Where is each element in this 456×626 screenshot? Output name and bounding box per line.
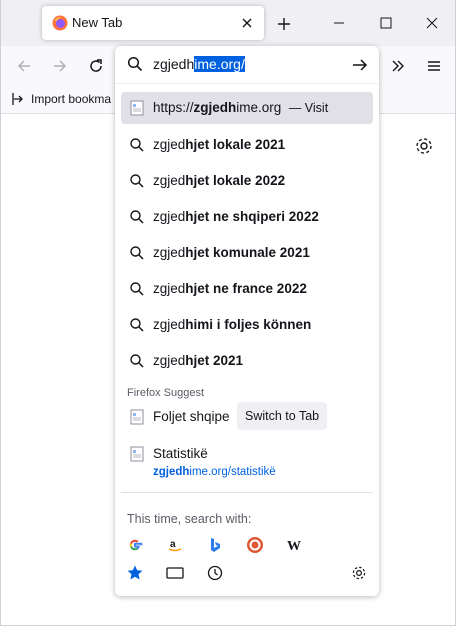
maximize-button[interactable] [371, 8, 401, 38]
history-url-bold: zgjedh [153, 466, 190, 478]
search-icon [130, 138, 144, 152]
suggestion-typed: zgjed [153, 281, 186, 296]
import-icon [12, 93, 23, 105]
tab-strip: New Tab [0, 0, 456, 46]
forward-arrow-icon[interactable] [48, 54, 72, 78]
urlbar-typed-text: zgjedh [153, 56, 195, 72]
history-result-url: zgjedhime.org/statistikë [153, 466, 276, 478]
suggestion-completion: hjet 2021 [185, 353, 244, 368]
suggestion-typed: zgjed [153, 245, 186, 260]
page-icon [130, 446, 144, 462]
import-bookmarks-label: Import bookma [31, 92, 112, 106]
search-icon [130, 282, 144, 296]
tabs-icon[interactable] [163, 561, 187, 585]
suggestion-typed: zgjed [153, 209, 186, 224]
bookmarks-star-icon[interactable] [123, 561, 147, 585]
suggestion-typed: zgjed [153, 173, 186, 188]
close-window-button[interactable] [417, 8, 447, 38]
svg-text:W: W [287, 539, 301, 552]
search-suggestion[interactable]: zgjedhimi i foljes können [121, 309, 373, 341]
search-icon [130, 246, 144, 260]
firefox-logo-icon [52, 15, 68, 31]
panel-divider [121, 492, 373, 493]
visit-url-result[interactable]: https://zgjedhime.org — Visit [121, 92, 373, 124]
bing-icon[interactable] [203, 533, 227, 557]
suggestion-completion: hjet ne france 2022 [185, 281, 307, 296]
search-suggestion[interactable]: zgjedhjet ne shqiperi 2022 [121, 201, 373, 233]
urlbar-autofill-selection: ime.org/ [194, 56, 245, 72]
suggestion-completion: hjet komunale 2021 [185, 245, 310, 260]
minimize-button[interactable] [324, 8, 354, 38]
visit-bold: zgjedh [193, 100, 237, 115]
hamburger-menu-icon[interactable] [422, 54, 446, 78]
search-icon [130, 174, 144, 188]
suggestion-typed: zgjed [153, 137, 186, 152]
new-tab-button[interactable] [272, 12, 296, 36]
duckduckgo-icon[interactable] [243, 533, 267, 557]
suggestion-typed: zgjed [153, 353, 186, 368]
search-icon [130, 354, 144, 368]
overflow-chevrons-icon[interactable] [386, 54, 410, 78]
close-tab-icon[interactable] [238, 14, 256, 32]
search-suggestion[interactable]: zgjedhjet lokale 2022 [121, 165, 373, 197]
history-url-rest: ime.org/statistikë [189, 466, 276, 478]
search-suggestion[interactable]: zgjedhjet 2021 [121, 345, 373, 377]
urlbar-text: zgjedhime.org/ [153, 56, 245, 72]
switch-to-tab-button[interactable]: Switch to Tab [237, 402, 328, 430]
urlbar-results-panel: zgjedhime.org/ https://zgjedhime.org — V… [115, 46, 379, 596]
import-bookmarks-button[interactable]: Import bookma [12, 92, 111, 106]
google-icon[interactable] [123, 533, 147, 557]
go-arrow-icon[interactable] [351, 56, 369, 74]
tab-title: New Tab [72, 15, 123, 30]
suggestion-completion: himi i foljes können [185, 317, 312, 332]
search-suggestion[interactable]: zgjedhjet lokale 2021 [121, 129, 373, 161]
firefox-suggest-label: Firefox Suggest [127, 387, 205, 399]
suggestion-typed: zgjed [153, 317, 186, 332]
suggestion-completion: hjet ne shqiperi 2022 [185, 209, 319, 224]
reload-icon[interactable] [84, 54, 108, 78]
search-icon [127, 56, 143, 72]
search-settings-gear-icon[interactable] [347, 561, 371, 585]
amazon-icon[interactable]: a [163, 533, 187, 557]
tab-new-tab[interactable]: New Tab [42, 6, 264, 40]
page-icon [130, 100, 144, 116]
search-with-label: This time, search with: [127, 512, 252, 526]
back-arrow-icon[interactable] [12, 54, 36, 78]
suggestion-completion: hjet lokale 2022 [185, 173, 286, 188]
page-icon [130, 409, 144, 425]
svg-text:a: a [170, 539, 176, 550]
urlbar-input[interactable]: zgjedhime.org/ [115, 46, 379, 84]
tab-result-title: Foljet shqipe [153, 409, 230, 424]
page-settings-gear-icon[interactable] [414, 136, 434, 156]
history-result-title: Statistikë [153, 446, 208, 461]
visit-rest: ime.org [236, 100, 282, 115]
wikipedia-icon[interactable]: W [283, 533, 307, 557]
history-clock-icon[interactable] [203, 561, 227, 585]
search-suggestion[interactable]: zgjedhjet komunale 2021 [121, 237, 373, 269]
visit-prefix: https:// [153, 100, 194, 115]
search-icon [130, 318, 144, 332]
search-suggestion[interactable]: zgjedhjet ne france 2022 [121, 273, 373, 305]
search-icon [130, 210, 144, 224]
visit-action: — Visit [288, 101, 329, 115]
suggestion-completion: hjet lokale 2021 [185, 137, 286, 152]
